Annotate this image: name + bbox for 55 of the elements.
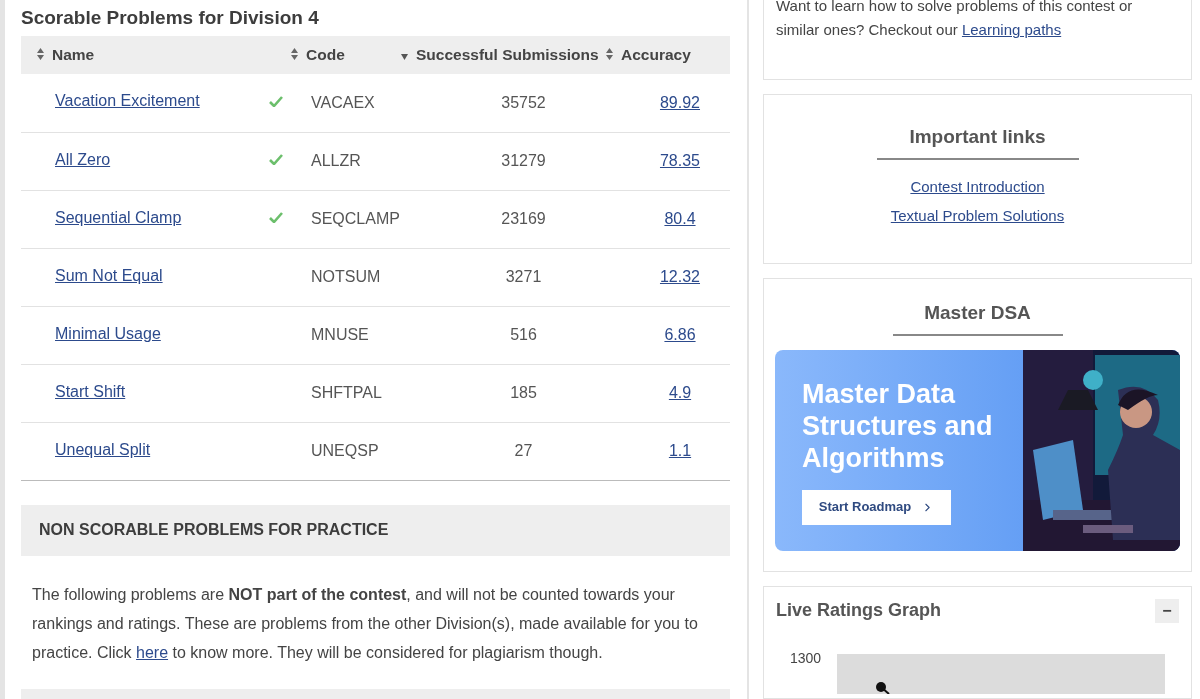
- sort-icon[interactable]: [37, 48, 44, 61]
- accuracy-link[interactable]: 4.9: [668, 384, 692, 401]
- section-heading: NON SCORABLE PROBLEMS FOR PRACTICE: [39, 520, 389, 540]
- accuracy-link[interactable]: 89.92: [659, 93, 700, 111]
- problem-link[interactable]: Vacation Excitement: [55, 89, 200, 114]
- learning-paths-link[interactable]: Learning paths: [961, 21, 1062, 38]
- check-icon: [269, 154, 283, 165]
- section-title: Scorable Problems for Division 4: [21, 6, 320, 30]
- sort-icon[interactable]: [606, 48, 613, 61]
- accuracy-link[interactable]: 78.35: [659, 152, 700, 169]
- sort-descending-icon[interactable]: [401, 54, 408, 61]
- card-title: Live Ratings Graph: [776, 599, 942, 622]
- column-header[interactable]: Code: [306, 42, 345, 66]
- card-title: Important links: [876, 123, 1079, 160]
- submission-count: 185: [510, 384, 537, 401]
- card-title: Master DSA: [892, 299, 1063, 336]
- column-header[interactable]: Name: [52, 42, 95, 66]
- problem-link[interactable]: Start Shift: [55, 379, 126, 404]
- submission-count: 31279: [501, 152, 546, 169]
- banner-title: Master Data Structures and Algorithms: [802, 377, 994, 474]
- problem-code: UNEQSP: [310, 442, 379, 459]
- submission-count: 27: [514, 442, 533, 459]
- submission-count: 516: [510, 326, 537, 343]
- problem-link[interactable]: Unequal Split: [55, 437, 151, 462]
- practice-note: The following problems are NOT part of the contest, and will not be counted towards your rankings and ratings. These are problems from the other Division(s), made available for you to practice. Click here to know more. They will be considered for plagiarism though.: [31, 584, 699, 663]
- check-icon: [269, 95, 283, 107]
- problem-link[interactable]: All Zero: [55, 147, 111, 172]
- accuracy-link[interactable]: 1.1: [668, 442, 692, 459]
- contest-link[interactable]: Contest Introduction: [910, 175, 1045, 197]
- problem-code: VACAEX: [310, 93, 375, 111]
- column-header[interactable]: Successful Submissions: [416, 42, 599, 66]
- problem-code: MNUSE: [310, 326, 369, 343]
- submission-count: 35752: [501, 93, 546, 111]
- problem-link[interactable]: Sequential Clamp: [55, 205, 182, 230]
- submission-count: 23169: [501, 210, 546, 227]
- accuracy-link[interactable]: 80.4: [664, 210, 696, 227]
- axis-label: 1300: [790, 649, 822, 668]
- problem-link[interactable]: Sum Not Equal: [55, 263, 163, 288]
- learn-text: Want to learn how to solve problems of this contest or similar ones? Checkout our Learning paths: [776, 0, 1134, 40]
- check-icon: [269, 212, 283, 223]
- start-roadmap-button[interactable]: Start Roadmap: [802, 489, 951, 525]
- sort-icon[interactable]: [291, 48, 298, 61]
- accuracy-link[interactable]: 12.32: [659, 268, 700, 285]
- problem-code: SEQCLAMP: [310, 210, 400, 227]
- submission-count: 3271: [505, 268, 542, 285]
- contest-link[interactable]: Textual Problem Solutions: [890, 204, 1065, 226]
- dsa-banner[interactable]: Master Data Structures and Algorithms Start Roadmap: [775, 349, 1180, 551]
- problem-code: ALLZR: [310, 152, 361, 169]
- problem-link[interactable]: Minimal Usage: [55, 321, 161, 346]
- collapse-button[interactable]: −: [1155, 598, 1179, 623]
- here-link[interactable]: here: [136, 643, 169, 661]
- problem-code: NOTSUM: [310, 268, 381, 285]
- problem-code: SHFTPAL: [310, 384, 382, 401]
- column-header[interactable]: Accuracy: [621, 42, 691, 66]
- accuracy-link[interactable]: 6.86: [664, 326, 696, 343]
